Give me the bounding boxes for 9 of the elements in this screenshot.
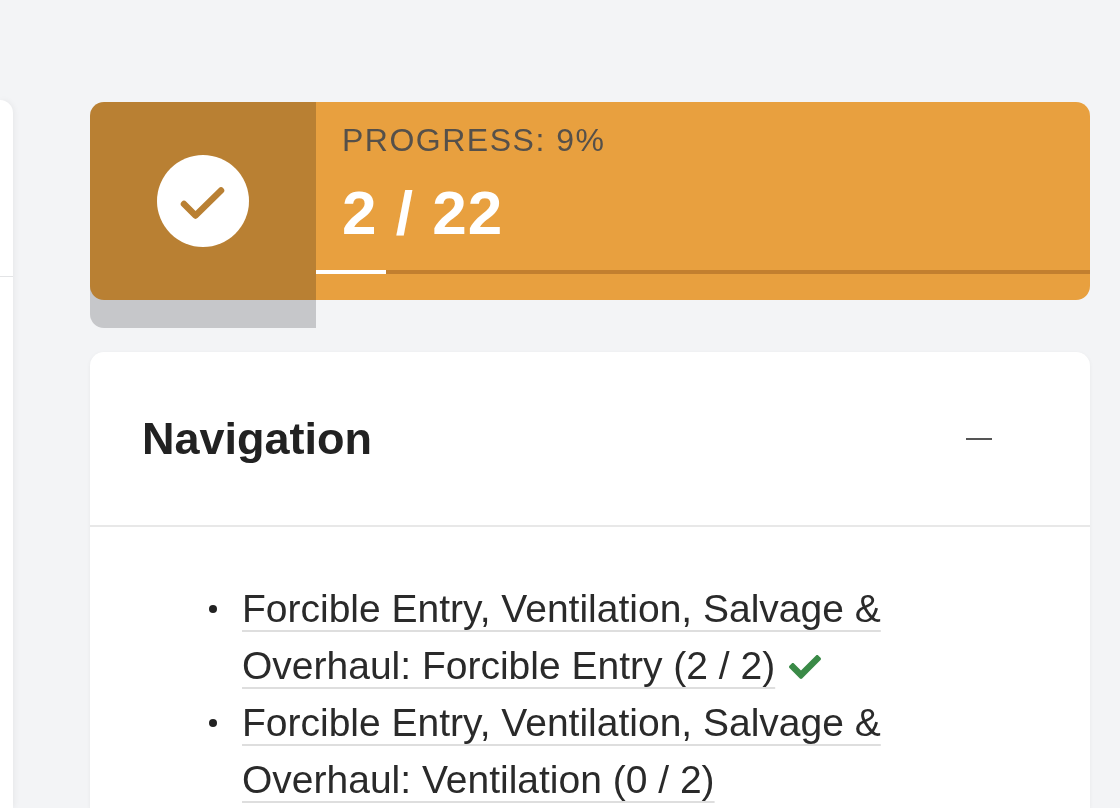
progress-count: 2 / 22 <box>342 177 504 250</box>
progress-label: PROGRESS: 9% <box>342 121 606 160</box>
check-circle-icon <box>157 155 249 247</box>
bullet-icon <box>209 604 217 613</box>
nav-link[interactable]: Forcible Entry, Ventilation, Salvage & Overhaul: Ventilation (0 / 2) <box>242 694 902 808</box>
minus-icon[interactable] <box>966 437 992 440</box>
nav-link[interactable]: Forcible Entry, Ventilation, Salvage & Overhaul: Forcible Entry (2 / 2) <box>242 580 902 694</box>
bullet-icon <box>209 718 217 727</box>
navigation-title: Navigation <box>142 412 373 465</box>
